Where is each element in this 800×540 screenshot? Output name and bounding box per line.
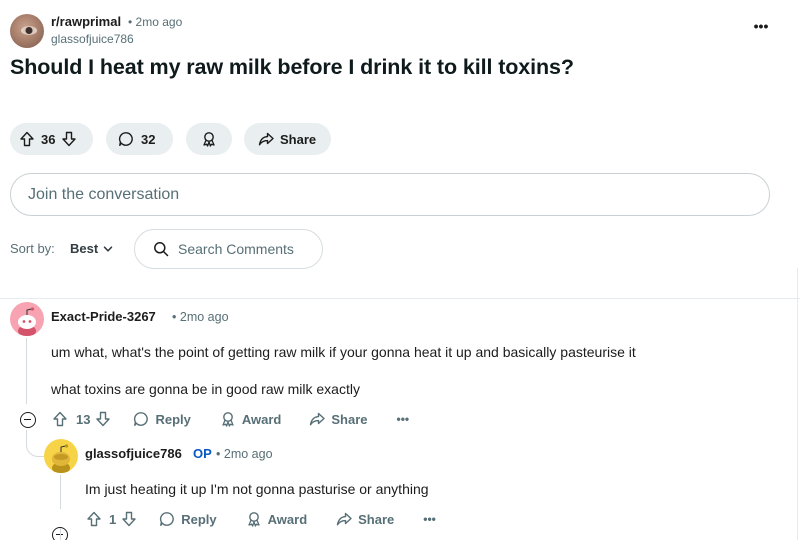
post-comment-count: 32 — [141, 131, 156, 147]
comment-more-button[interactable]: ••• — [397, 412, 410, 426]
upvote-icon[interactable] — [86, 511, 102, 527]
post-more-options-button[interactable]: ••• — [750, 19, 772, 40]
downvote-icon[interactable] — [121, 511, 137, 527]
downvote-icon[interactable] — [61, 131, 77, 147]
award-icon — [246, 511, 262, 527]
award-button[interactable]: Award — [220, 411, 281, 427]
comment-icon — [118, 131, 134, 147]
sort-dropdown[interactable]: Best — [70, 241, 113, 256]
reply-actions: 1 Reply Award Share ••• — [86, 510, 436, 528]
upvote-icon[interactable] — [19, 131, 35, 147]
share-icon — [309, 411, 326, 427]
downvote-icon[interactable] — [95, 411, 111, 427]
search-comments-placeholder: Search Comments — [178, 241, 294, 257]
comment-body-line: um what, what's the point of getting raw… — [51, 344, 636, 360]
thread-connector — [26, 430, 44, 457]
comment-author[interactable]: Exact-Pride-3267 — [51, 309, 156, 324]
thread-line — [26, 338, 27, 404]
reply-vote-count: 1 — [109, 511, 117, 527]
post-author[interactable]: glassofjuice786 — [51, 32, 134, 46]
collapse-icon[interactable] — [20, 412, 36, 428]
comment-timestamp: • 2mo ago — [172, 310, 229, 324]
share-button[interactable]: Share — [336, 511, 394, 527]
reply-button[interactable]: Reply — [133, 411, 191, 427]
post-vote-pill: 36 — [10, 123, 93, 155]
subreddit-name[interactable]: r/rawprimal — [51, 14, 121, 29]
upvote-icon[interactable] — [52, 411, 68, 427]
comment-vote-count: 13 — [76, 411, 91, 427]
post-timestamp: • 2mo ago — [128, 15, 183, 29]
comment-actions: 13 Reply Award Share ••• — [52, 410, 409, 428]
reply-author-avatar[interactable] — [44, 439, 78, 473]
comment-icon — [159, 511, 175, 527]
award-icon — [201, 131, 217, 147]
sort-value: Best — [70, 241, 99, 256]
chevron-down-icon — [103, 244, 113, 254]
sort-label: Sort by: — [10, 241, 55, 256]
comment-author-avatar[interactable] — [10, 302, 44, 336]
reply-timestamp: • 2mo ago — [216, 447, 273, 461]
comment-body-line: what toxins are gonna be in good raw mil… — [51, 381, 360, 397]
subreddit-avatar[interactable] — [10, 14, 44, 48]
post-title: Should I heat my raw milk before I drink… — [10, 55, 574, 79]
award-icon — [220, 411, 236, 427]
comment-icon — [133, 411, 149, 427]
search-comments-input[interactable]: Search Comments — [134, 229, 323, 269]
reply-author[interactable]: glassofjuice786 — [85, 446, 182, 461]
post-comments-button[interactable]: 32 — [106, 123, 173, 155]
right-edge-divider — [797, 268, 798, 540]
op-badge: OP — [193, 446, 212, 461]
award-button[interactable]: Award — [246, 511, 307, 527]
share-icon — [258, 131, 274, 147]
reply-thread-line — [60, 528, 61, 540]
join-conversation-placeholder: Join the conversation — [28, 185, 180, 203]
section-divider — [0, 298, 800, 299]
post-share-button[interactable]: Share — [244, 123, 331, 155]
reply-thread-line — [60, 475, 61, 509]
post-award-button[interactable] — [186, 123, 232, 155]
share-icon — [336, 511, 352, 527]
reply-more-button[interactable]: ••• — [423, 512, 436, 526]
join-conversation-input[interactable]: Join the conversation — [10, 173, 770, 216]
share-button[interactable]: Share — [309, 411, 368, 427]
reply-button[interactable]: Reply — [159, 511, 217, 527]
search-icon — [153, 241, 169, 257]
reply-body-line: Im just heating it up I'm not gonna past… — [85, 481, 429, 497]
share-label: Share — [280, 131, 317, 147]
post-vote-count: 36 — [41, 131, 56, 147]
